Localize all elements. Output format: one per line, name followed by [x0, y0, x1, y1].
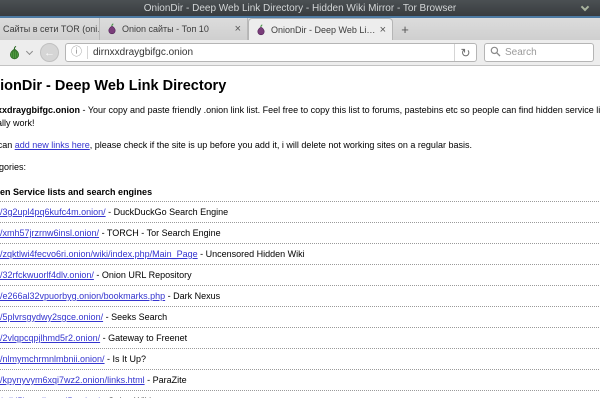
back-button[interactable]: ← — [40, 43, 59, 62]
categories-label: Categories: — [0, 161, 600, 174]
onion-link[interactable]: http://xmh57jrzrnw6insl.onion/ — [0, 228, 99, 238]
onion-link[interactable]: http://2vlqpcqpjlhmd5r2.onion/ — [0, 333, 100, 343]
reload-icon[interactable]: ↻ — [454, 44, 476, 61]
list-item: http://zqktlwi4fecvo6ri.onion/wiki/index… — [0, 243, 600, 264]
onion-favicon-icon — [106, 23, 118, 35]
url-divider — [87, 46, 88, 59]
browser-viewport: OnionDir - Deep Web Link Directory dirnx… — [0, 66, 600, 398]
list-item: http://nlmymchrmnlmbnii.onion/ - Is It U… — [0, 348, 600, 369]
site-address-bold: dirnxxdraygbifgc.onion — [0, 105, 80, 115]
url-input[interactable] — [93, 47, 454, 58]
onion-link[interactable]: http://3g2upl4pq6kufc4m.onion/ — [0, 207, 106, 217]
tab-oniondir-active[interactable]: OnionDir - Deep Web Li… × — [248, 18, 393, 40]
list-item: http://3g2upl4pq6kufc4m.onion/ - DuckDuc… — [0, 201, 600, 222]
list-item: http://e266al32vpuorbyg.onion/bookmarks.… — [0, 285, 600, 306]
onion-link[interactable]: http://nlmymchrmnlmbnii.onion/ — [0, 354, 105, 364]
site-info-icon[interactable]: ⓘ — [71, 47, 82, 58]
onion-favicon-icon — [255, 24, 267, 36]
tab-bar: Сайты в сети TOR (oni… × Onion сайты - Т… — [0, 18, 600, 40]
onion-link[interactable]: http://zqktlwi4fecvo6ri.onion/wiki/index… — [0, 249, 198, 259]
section-heading: Hidden Service lists and search engines — [0, 186, 600, 199]
list-item: http://wiki5kauuihowqi5.onion/ - Onion W… — [0, 390, 600, 398]
search-bar[interactable] — [484, 43, 594, 62]
add-new-links-link[interactable]: add new links here — [15, 140, 90, 150]
add-links-paragraph: You can add new links here, please check… — [0, 139, 600, 152]
tab-label: Сайты в сети TOR (oni… — [3, 24, 100, 34]
tab-close-icon[interactable]: × — [235, 24, 241, 34]
torbutton-onion-icon[interactable] — [6, 43, 23, 62]
list-item: http://32rfckwuorlf4dlv.onion/ - Onion U… — [0, 264, 600, 285]
onion-link[interactable]: http://wiki5kauuihowqi5.onion/ — [0, 396, 100, 398]
onion-link[interactable]: http://32rfckwuorlf4dlv.onion/ — [0, 270, 94, 280]
new-tab-button[interactable]: + — [393, 18, 417, 40]
list-item: http://kpynyvym6xqi7wz2.onion/links.html… — [0, 369, 600, 390]
window-title: OnionDir - Deep Web Link Directory - Hid… — [144, 3, 457, 14]
list-item: http://2vlqpcqpjlhmd5r2.onion/ - Gateway… — [0, 327, 600, 348]
tab-close-icon[interactable]: × — [380, 25, 386, 35]
links-list: http://3g2upl4pq6kufc4m.onion/ - DuckDuc… — [0, 201, 600, 398]
list-item: http://5plvrsgydwy2sgce.onion/ - Seeks S… — [0, 306, 600, 327]
navigation-toolbar: ← ⓘ ↻ — [0, 40, 600, 66]
page-title: OnionDir - Deep Web Link Directory — [0, 78, 600, 95]
onion-link[interactable]: http://kpynyvym6xqi7wz2.onion/links.html — [0, 375, 145, 385]
tab-label: Onion сайты - Топ 10 — [122, 24, 209, 34]
tab-label: OnionDir - Deep Web Li… — [271, 25, 375, 35]
window-titlebar: OnionDir - Deep Web Link Directory - Hid… — [0, 0, 600, 18]
onion-link[interactable]: http://e266al32vpuorbyg.onion/bookmarks.… — [0, 291, 165, 301]
list-item: http://xmh57jrzrnw6insl.onion/ - TORCH -… — [0, 222, 600, 243]
tab-onion-top10[interactable]: Onion сайты - Топ 10 × — [100, 18, 248, 40]
titlebar-chevron-down-icon[interactable] — [581, 3, 589, 11]
back-arrow-icon: ← — [44, 47, 55, 59]
page-content: OnionDir - Deep Web Link Directory dirnx… — [0, 78, 600, 398]
tab-tor-sites[interactable]: Сайты в сети TOR (oni… × — [0, 18, 100, 40]
intro-paragraph: dirnxxdraygbifgc.onion - Your copy and p… — [0, 104, 600, 130]
onion-link[interactable]: http://5plvrsgydwy2sgce.onion/ — [0, 312, 103, 322]
torbutton-chevron-down-icon[interactable] — [26, 48, 33, 55]
search-input[interactable] — [505, 47, 588, 58]
search-magnifier-icon — [490, 44, 501, 62]
url-bar[interactable]: ⓘ ↻ — [65, 43, 477, 62]
